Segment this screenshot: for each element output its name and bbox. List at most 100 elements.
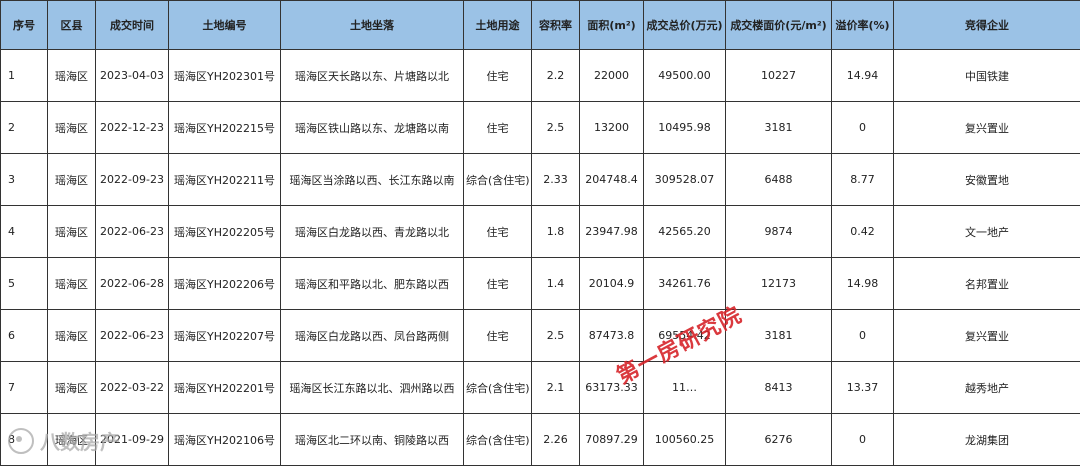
cell-parcel-id: 瑶海区YH202206号 [169, 258, 281, 310]
cell-plot-ratio: 2.5 [532, 310, 580, 362]
cell-premium-rate: 0.42 [832, 206, 894, 258]
cell-district: 瑶海区 [48, 258, 96, 310]
cell-floor-price: 8413 [726, 362, 832, 414]
col-header-total-price: 成交总价(万元) [644, 1, 726, 50]
cell-date: 2022-12-23 [96, 102, 169, 154]
cell-district: 瑶海区 [48, 310, 96, 362]
col-header-index: 序号 [1, 1, 48, 50]
cell-area: 20104.9 [580, 258, 644, 310]
cell-date: 2022-06-23 [96, 310, 169, 362]
cell-location: 瑶海区白龙路以西、青龙路以北 [281, 206, 464, 258]
cell-index: 3 [1, 154, 48, 206]
table-row: 7 瑶海区 2022-03-22 瑶海区YH202201号 瑶海区长江东路以北、… [1, 362, 1080, 414]
header-row: 序号 区县 成交时间 土地编号 土地坐落 土地用途 容积率 面积(m²) 成交总… [1, 1, 1080, 50]
cell-parcel-id: 瑶海区YH202207号 [169, 310, 281, 362]
col-header-area: 面积(m²) [580, 1, 644, 50]
cell-winning-company: 文一地产 [894, 206, 1080, 258]
table-row: 2 瑶海区 2022-12-23 瑶海区YH202215号 瑶海区铁山路以东、龙… [1, 102, 1080, 154]
table-row: 5 瑶海区 2022-06-28 瑶海区YH202206号 瑶海区和平路以北、肥… [1, 258, 1080, 310]
cell-area: 70897.29 [580, 414, 644, 466]
cell-parcel-id: 瑶海区YH202211号 [169, 154, 281, 206]
col-header-floor-price: 成交楼面价(元/m²) [726, 1, 832, 50]
col-header-date: 成交时间 [96, 1, 169, 50]
col-header-winning-company: 竞得企业 [894, 1, 1080, 50]
cell-date: 2022-03-22 [96, 362, 169, 414]
cell-land-use: 住宅 [464, 310, 532, 362]
cell-winning-company: 越秀地产 [894, 362, 1080, 414]
cell-total-price: 34261.76 [644, 258, 726, 310]
table-row: 8 瑶海区 2021-09-29 瑶海区YH202106号 瑶海区北二环以南、铜… [1, 414, 1080, 466]
cell-winning-company: 中国铁建 [894, 50, 1080, 102]
logo-watermark: 八数房产 [8, 426, 120, 455]
cell-total-price: 100560.25 [644, 414, 726, 466]
cell-area: 22000 [580, 50, 644, 102]
cell-district: 瑶海区 [48, 154, 96, 206]
cell-premium-rate: 0 [832, 414, 894, 466]
cell-district: 瑶海区 [48, 102, 96, 154]
cell-location: 瑶海区铁山路以东、龙塘路以南 [281, 102, 464, 154]
cell-index: 4 [1, 206, 48, 258]
cell-land-use: 住宅 [464, 206, 532, 258]
cell-winning-company: 安徽置地 [894, 154, 1080, 206]
cell-floor-price: 9874 [726, 206, 832, 258]
cell-plot-ratio: 2.33 [532, 154, 580, 206]
cell-total-price: 49500.00 [644, 50, 726, 102]
cell-winning-company: 复兴置业 [894, 102, 1080, 154]
cell-date: 2022-06-28 [96, 258, 169, 310]
cell-floor-price: 6488 [726, 154, 832, 206]
cell-location: 瑶海区北二环以南、铜陵路以西 [281, 414, 464, 466]
cell-parcel-id: 瑶海区YH202205号 [169, 206, 281, 258]
cell-parcel-id: 瑶海区YH202215号 [169, 102, 281, 154]
cell-premium-rate: 0 [832, 310, 894, 362]
col-header-plot-ratio: 容积率 [532, 1, 580, 50]
cell-winning-company: 名邦置业 [894, 258, 1080, 310]
cell-location: 瑶海区白龙路以西、凤台路两侧 [281, 310, 464, 362]
cell-district: 瑶海区 [48, 50, 96, 102]
land-transactions-table: 序号 区县 成交时间 土地编号 土地坐落 土地用途 容积率 面积(m²) 成交总… [0, 0, 1080, 466]
cell-plot-ratio: 2.26 [532, 414, 580, 466]
cell-land-use: 住宅 [464, 258, 532, 310]
logo-watermark-text: 八数房产 [40, 426, 120, 455]
cell-floor-price: 12173 [726, 258, 832, 310]
table-row: 3 瑶海区 2022-09-23 瑶海区YH202211号 瑶海区当涂路以西、长… [1, 154, 1080, 206]
cell-land-use: 住宅 [464, 102, 532, 154]
cell-index: 2 [1, 102, 48, 154]
table-row: 1 瑶海区 2023-04-03 瑶海区YH202301号 瑶海区天长路以东、片… [1, 50, 1080, 102]
cell-land-use: 住宅 [464, 50, 532, 102]
cell-parcel-id: 瑶海区YH202201号 [169, 362, 281, 414]
cell-premium-rate: 0 [832, 102, 894, 154]
cell-area: 23947.98 [580, 206, 644, 258]
cell-date: 2022-06-23 [96, 206, 169, 258]
table-row: 4 瑶海区 2022-06-23 瑶海区YH202205号 瑶海区白龙路以西、青… [1, 206, 1080, 258]
cell-land-use: 综合(含住宅) [464, 362, 532, 414]
cell-land-use: 综合(含住宅) [464, 414, 532, 466]
cell-total-price: 10495.98 [644, 102, 726, 154]
cell-location: 瑶海区长江东路以北、泗州路以西 [281, 362, 464, 414]
cell-floor-price: 10227 [726, 50, 832, 102]
cell-plot-ratio: 1.4 [532, 258, 580, 310]
logo-icon [8, 428, 34, 454]
cell-district: 瑶海区 [48, 362, 96, 414]
cell-district: 瑶海区 [48, 206, 96, 258]
cell-location: 瑶海区和平路以北、肥东路以西 [281, 258, 464, 310]
cell-plot-ratio: 2.2 [532, 50, 580, 102]
cell-land-use: 综合(含住宅) [464, 154, 532, 206]
cell-premium-rate: 14.94 [832, 50, 894, 102]
cell-floor-price: 6276 [726, 414, 832, 466]
cell-plot-ratio: 2.1 [532, 362, 580, 414]
cell-index: 5 [1, 258, 48, 310]
cell-winning-company: 复兴置业 [894, 310, 1080, 362]
cell-date: 2022-09-23 [96, 154, 169, 206]
col-header-parcel-id: 土地编号 [169, 1, 281, 50]
cell-area: 204748.4 [580, 154, 644, 206]
cell-location: 瑶海区当涂路以西、长江东路以南 [281, 154, 464, 206]
cell-area: 13200 [580, 102, 644, 154]
cell-index: 6 [1, 310, 48, 362]
cell-location: 瑶海区天长路以东、片塘路以北 [281, 50, 464, 102]
table-row: 6 瑶海区 2022-06-23 瑶海区YH202207号 瑶海区白龙路以西、凤… [1, 310, 1080, 362]
cell-index: 1 [1, 50, 48, 102]
cell-parcel-id: 瑶海区YH202301号 [169, 50, 281, 102]
col-header-premium-rate: 溢价率(%) [832, 1, 894, 50]
col-header-location: 土地坐落 [281, 1, 464, 50]
cell-total-price: 42565.20 [644, 206, 726, 258]
